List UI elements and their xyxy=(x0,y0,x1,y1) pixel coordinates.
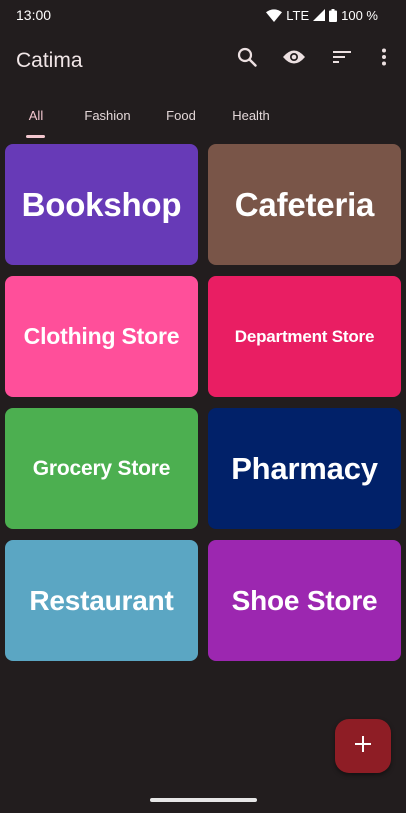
card-label: Department Store xyxy=(234,326,375,346)
more-options-button[interactable] xyxy=(367,42,401,76)
tab-health[interactable]: Health xyxy=(222,90,280,140)
card-label: Restaurant xyxy=(29,584,174,616)
add-card-button[interactable] xyxy=(335,719,391,773)
battery-icon xyxy=(329,8,338,22)
card-department-store[interactable]: Department Store xyxy=(208,276,401,397)
search-icon xyxy=(237,47,257,72)
app-title: Catima xyxy=(16,49,83,72)
card-label: Pharmacy xyxy=(231,450,378,486)
cell-signal-icon xyxy=(313,9,326,21)
show-details-button[interactable] xyxy=(277,42,311,76)
tab-label: Health xyxy=(232,107,270,123)
card-grocery-store[interactable]: Grocery Store xyxy=(5,408,198,529)
eye-icon xyxy=(282,49,306,70)
navigation-handle[interactable] xyxy=(150,798,257,802)
card-shoe-store[interactable]: Shoe Store xyxy=(208,540,401,661)
plus-icon xyxy=(354,735,372,758)
card-label: Grocery Store xyxy=(32,456,171,480)
sort-button[interactable] xyxy=(325,42,359,76)
app-bar: Catima xyxy=(0,30,406,90)
card-pharmacy[interactable]: Pharmacy xyxy=(208,408,401,529)
tab-label: Food xyxy=(166,107,196,123)
battery-level: 100 % xyxy=(341,7,378,23)
card-bookshop[interactable]: Bookshop xyxy=(5,144,198,265)
card-label: Clothing Store xyxy=(23,323,180,349)
more-vert-icon xyxy=(381,48,387,71)
tab-food[interactable]: Food xyxy=(156,90,206,140)
tab-all[interactable]: All xyxy=(16,90,56,140)
status-time: 13:00 xyxy=(16,7,52,23)
group-tabs: All Fashion Food Health xyxy=(0,90,406,140)
card-restaurant[interactable]: Restaurant xyxy=(5,540,198,661)
card-label: Cafeteria xyxy=(234,185,375,223)
network-type: LTE xyxy=(286,7,310,23)
sort-icon xyxy=(332,50,352,69)
search-button[interactable] xyxy=(230,42,264,76)
wifi-icon xyxy=(266,8,283,22)
status-bar: 13:00 LTE 100 % xyxy=(0,0,406,30)
card-clothing-store[interactable]: Clothing Store xyxy=(5,276,198,397)
card-cafeteria[interactable]: Cafeteria xyxy=(208,144,401,265)
card-label: Bookshop xyxy=(21,185,182,223)
tab-fashion[interactable]: Fashion xyxy=(74,90,141,140)
tab-label: Fashion xyxy=(84,107,131,123)
tab-indicator xyxy=(26,135,45,138)
card-label: Shoe Store xyxy=(231,584,378,616)
status-indicators: LTE 100 % xyxy=(266,6,378,24)
tab-label: All xyxy=(28,107,44,123)
